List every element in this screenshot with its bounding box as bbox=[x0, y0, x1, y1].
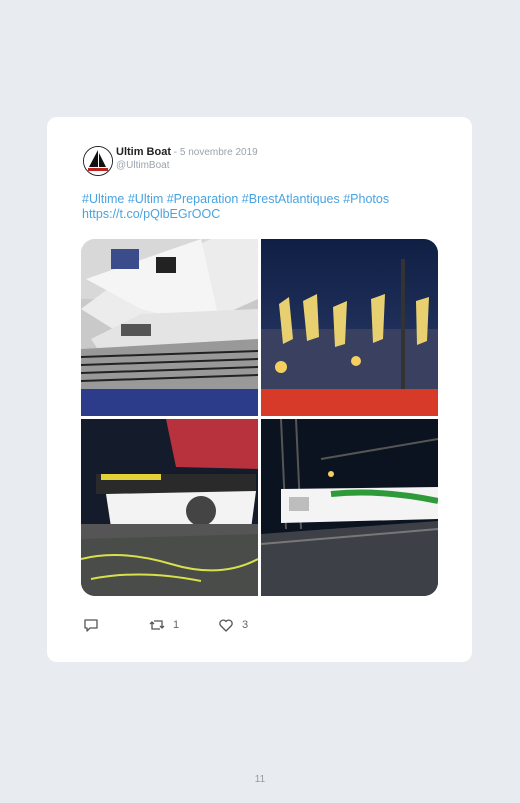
author-row: Ultim Boat - 5 novembre 2019 bbox=[116, 146, 258, 158]
avatar[interactable] bbox=[83, 146, 113, 176]
separator: - bbox=[171, 147, 180, 158]
reply-button[interactable] bbox=[83, 617, 99, 633]
retweet-icon bbox=[149, 620, 165, 630]
page-number: 11 bbox=[254, 774, 266, 785]
hashtags-link[interactable]: #Ultime #Ultim #Preparation #BrestAtlant… bbox=[82, 192, 442, 207]
photo-grid bbox=[81, 239, 438, 596]
heart-icon bbox=[219, 619, 233, 632]
photo-trimaran-hull-night[interactable] bbox=[81, 419, 258, 596]
sailboat-logo-icon bbox=[84, 147, 112, 175]
retweet-button[interactable]: 1 bbox=[149, 617, 179, 633]
reply-icon bbox=[84, 619, 98, 632]
short-url-link[interactable]: https://t.co/pQlbEGrOOC bbox=[82, 207, 442, 222]
author-handle[interactable]: @UltimBoat bbox=[116, 160, 170, 171]
tweet-actions: 1 3 bbox=[83, 617, 383, 635]
tweet-card: Ultim Boat - 5 novembre 2019 @UltimBoat … bbox=[47, 117, 472, 662]
tweet-date[interactable]: 5 novembre 2019 bbox=[180, 147, 258, 158]
author-name[interactable]: Ultim Boat bbox=[116, 146, 171, 158]
photo-catamaran-deck-day[interactable] bbox=[81, 239, 258, 416]
like-button[interactable]: 3 bbox=[218, 617, 248, 633]
photo-trimaran-sail-cover-night[interactable] bbox=[261, 419, 438, 596]
like-count: 3 bbox=[242, 619, 249, 631]
tweet-text: #Ultime #Ultim #Preparation #BrestAtlant… bbox=[82, 192, 442, 222]
retweet-count: 1 bbox=[173, 619, 180, 631]
photo-trophies-night[interactable] bbox=[261, 239, 438, 416]
